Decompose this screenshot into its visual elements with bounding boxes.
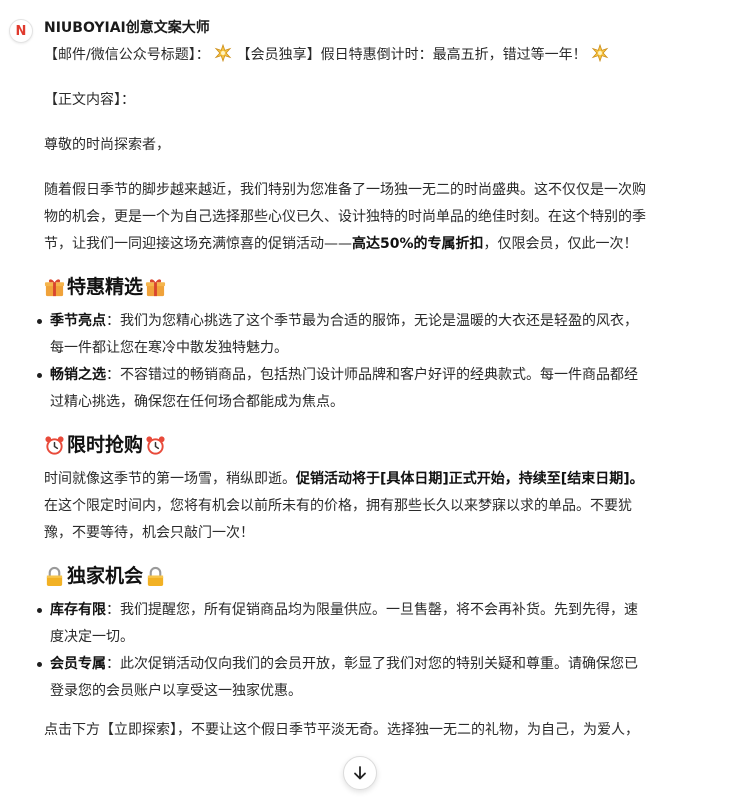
list-item: 季节亮点：我们为您精心挑选了这个季节最为合适的服饰，无论是温暖的大衣还是轻盈的风…: [37, 308, 734, 362]
section-title: 限时抢购: [67, 434, 144, 456]
item-text: ：此次促销活动仅向我们的会员开放，彰显了我们对您的特别关疑和尊重。请确保您已: [106, 656, 638, 672]
bot-avatar: N: [9, 19, 33, 43]
bot-name: NIUBOYIAI创意文案大师: [44, 20, 210, 36]
title-line: 【邮件/微信公众号标题】： 【会员独享】假日特惠倒计时：最高五折，错过等一年！: [44, 42, 734, 69]
item-text: ：我们提醒您，所有促销商品均为限量供应。一旦售罄，将不会再补货。先到先得，速: [106, 602, 638, 618]
section-heading-deals: 特惠精选: [44, 272, 734, 302]
list-item: 会员专属：此次促销活动仅向我们的会员开放，彰显了我们对您的特别关疑和尊重。请确保…: [37, 651, 734, 705]
sparkle-icon: [214, 44, 232, 62]
flash-sale-plain: 时间就像这季节的第一场雪，稍纵即逝。: [44, 471, 296, 487]
flash-sale-text: 在这个限定时间内，您将有机会以前所未有的价格，拥有那些长久以来梦寐以求的单品。不…: [44, 498, 632, 514]
list-item: 库存有限：我们提醒您，所有促销商品均为限量供应。一旦售罄，将不会再补货。先到先得…: [37, 597, 734, 651]
section-heading-flash-sale: 限时抢购: [44, 430, 734, 460]
discount-highlight: 高达50%的专属折扣: [352, 236, 484, 252]
item-text: 过精心挑选，确保您在任何场合都能成为焦点。: [50, 394, 344, 410]
greeting: 尊敬的时尚探索者，: [44, 137, 170, 153]
item-label: 季节亮点: [50, 313, 106, 329]
flash-sale-dates: 促销活动将于[具体日期]正式开始，持续至[结束日期]。: [296, 471, 644, 487]
item-text: ：不容错过的畅销商品，包括热门设计师品牌和客户好评的经典款式。每一件商品都经: [106, 367, 638, 383]
list-item: 畅销之选：不容错过的畅销商品，包括热门设计师品牌和客户好评的经典款式。每一件商品…: [37, 362, 734, 416]
intro-line: 物的机会，更是一个为自己选择那些心仪已久、设计独特的时尚单品的绝佳时刻。在这个特…: [44, 209, 646, 225]
avatar-letter: N: [15, 23, 27, 39]
body-label: 【正文内容】：: [44, 92, 135, 108]
flash-sale-text: 豫，不要等待，机会只敲门一次！: [44, 525, 254, 541]
lock-icon: [145, 566, 166, 587]
section-title: 特惠精选: [67, 276, 144, 298]
section-title: 独家机会: [67, 565, 144, 587]
section-heading-exclusive: 独家机会: [44, 561, 734, 591]
alarm-clock-icon: [145, 435, 166, 456]
closing-line: 点击下方【立即探索】，不要让这个假日季节平淡无奇。选择独一无二的礼物，为自己，为…: [44, 722, 639, 738]
item-text: 度决定一切。: [50, 629, 134, 645]
item-label: 畅销之选: [50, 367, 106, 383]
item-text: 每一件都让您在寒冷中散发独特魅力。: [50, 340, 288, 356]
item-label: 库存有限: [50, 602, 106, 618]
alarm-clock-icon: [44, 435, 65, 456]
message-body: 【邮件/微信公众号标题】： 【会员独享】假日特惠倒计时：最高五折，错过等一年！ …: [37, 42, 734, 744]
exclusive-list: 库存有限：我们提醒您，所有促销商品均为限量供应。一旦售罄，将不会再补货。先到先得…: [37, 597, 734, 705]
intro-line: 节，让我们一同迎接这场充满惊喜的促销活动——高达50%的专属折扣，仅限会员，仅此…: [44, 231, 734, 258]
intro-text: 节，让我们一同迎接这场充满惊喜的促销活动——: [44, 236, 352, 252]
deals-list: 季节亮点：我们为您精心挑选了这个季节最为合适的服饰，无论是温暖的大衣还是轻盈的风…: [37, 308, 734, 416]
item-text: 登录您的会员账户以享受这一独家优惠。: [50, 683, 302, 699]
intro-text: ，仅限会员，仅此一次！: [483, 236, 638, 252]
scroll-to-bottom-button[interactable]: [343, 756, 377, 790]
item-label: 会员专属: [50, 656, 106, 672]
gift-icon: [44, 277, 65, 298]
arrow-down-icon: [354, 766, 366, 780]
sparkle-icon: [591, 44, 609, 62]
intro-line: 随着假日季节的脚步越来越近，我们特别为您准备了一场独一无二的时尚盛典。这不仅仅是…: [44, 182, 646, 198]
title-text: 【会员独享】假日特惠倒计时：最高五折，错过等一年！: [236, 47, 587, 63]
gift-icon: [145, 277, 166, 298]
flash-sale-text: 时间就像这季节的第一场雪，稍纵即逝。促销活动将于[具体日期]正式开始，持续至[结…: [44, 466, 734, 493]
lock-icon: [44, 566, 65, 587]
title-prefix: 【邮件/微信公众号标题】：: [44, 47, 210, 63]
item-text: ：我们为您精心挑选了这个季节最为合适的服饰，无论是温暖的大衣还是轻盈的风衣，: [106, 313, 638, 329]
